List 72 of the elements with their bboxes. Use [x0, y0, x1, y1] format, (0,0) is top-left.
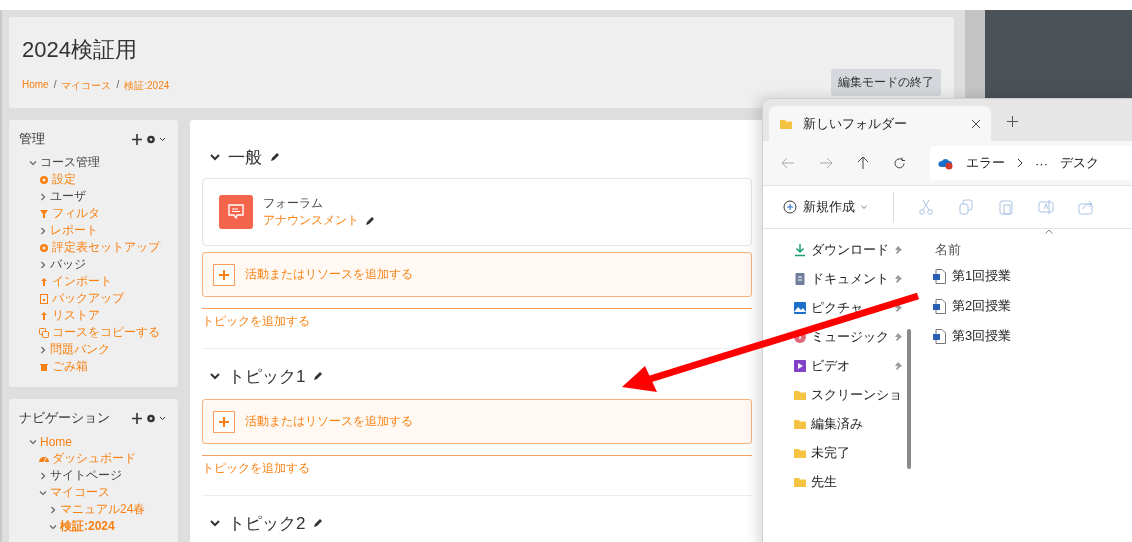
- picture-icon: [793, 300, 807, 315]
- plus-icon: [213, 263, 235, 286]
- pencil-icon[interactable]: [313, 371, 324, 381]
- new-button[interactable]: 新規作成: [781, 194, 869, 220]
- trash-icon: [39, 361, 49, 372]
- nav-pane-item[interactable]: ミュージック: [763, 322, 913, 351]
- refresh-icon[interactable]: [893, 156, 906, 170]
- pencil-icon[interactable]: [365, 215, 375, 226]
- nav-pane-item[interactable]: ダウンロード: [763, 235, 913, 264]
- chevron-icon[interactable]: [210, 519, 220, 527]
- chevron-icon[interactable]: [210, 153, 220, 161]
- gear-icon: [39, 242, 49, 253]
- edit-mode-button[interactable]: 編集モードの終了: [831, 69, 941, 96]
- file-item[interactable]: 第3回授業: [933, 321, 1132, 351]
- document-icon: [793, 271, 807, 286]
- section-title: トピック2: [228, 512, 306, 535]
- file-icon: [39, 293, 49, 304]
- path-segment[interactable]: エラー: [966, 154, 1005, 172]
- explorer-tab[interactable]: 新しいフォルダー: [769, 106, 991, 141]
- section-title: 一般: [228, 146, 262, 169]
- forum-icon: [219, 195, 253, 229]
- video-icon: [793, 358, 807, 373]
- download-icon: [793, 242, 807, 257]
- close-icon[interactable]: [971, 118, 981, 129]
- block-title: 管理: [19, 130, 45, 148]
- up-icon[interactable]: [857, 156, 869, 170]
- tree-item[interactable]: コース管理: [40, 154, 100, 171]
- copy-icon: [39, 327, 49, 338]
- upload-icon: [39, 276, 49, 287]
- plus-icon: [213, 410, 235, 433]
- address-bar[interactable]: エラー ··· デスク: [930, 146, 1132, 180]
- gear-icon: [39, 174, 49, 185]
- new-tab-icon[interactable]: [1007, 116, 1018, 127]
- nav-pane-item[interactable]: スクリーンショ: [763, 380, 913, 409]
- block-title: ナビゲーション: [19, 409, 110, 427]
- tree-item[interactable]: バッジ: [50, 256, 86, 273]
- cloud-error-icon: [938, 156, 954, 170]
- word-document-icon: [933, 328, 946, 344]
- breadcrumb-separator: /: [116, 79, 120, 92]
- nav-pane-item[interactable]: ビデオ: [763, 351, 913, 380]
- course-title: 2024検証用: [22, 36, 138, 64]
- upload-icon: [39, 310, 49, 321]
- word-document-icon: [933, 268, 946, 284]
- activity-type: フォーラム: [263, 195, 324, 212]
- back-icon[interactable]: [781, 157, 795, 169]
- pencil-icon[interactable]: [270, 152, 280, 162]
- word-document-icon: [933, 298, 946, 314]
- plus-circle-icon: [783, 200, 797, 214]
- nav-pane-item[interactable]: 先生: [763, 467, 913, 496]
- nav-pane-item[interactable]: 編集済み: [763, 409, 913, 438]
- caret-icon: [861, 205, 867, 209]
- section-title: トピック1: [228, 365, 306, 388]
- breadcrumb-separator: /: [53, 79, 57, 92]
- path-segment[interactable]: デスク: [1060, 154, 1099, 172]
- tree-item[interactable]: サイトページ: [50, 467, 122, 484]
- filter-icon: [39, 208, 49, 219]
- pencil-icon[interactable]: [313, 518, 324, 528]
- file-item[interactable]: 第2回授業: [933, 291, 1132, 321]
- nav-pane-item[interactable]: 未完了: [763, 438, 913, 467]
- tree-item[interactable]: ユーザ: [50, 188, 86, 205]
- chevron-icon[interactable]: [210, 372, 220, 380]
- path-segment[interactable]: ···: [1035, 155, 1048, 171]
- sort-caret-icon[interactable]: [1045, 229, 1053, 234]
- nav-pane-item[interactable]: ドキュメント: [763, 264, 913, 293]
- block-tools-icon[interactable]: [132, 133, 168, 145]
- file-item[interactable]: 第1回授業: [933, 261, 1132, 291]
- chevron-icon: [1017, 158, 1023, 168]
- scrollbar-thumb[interactable]: [907, 329, 911, 469]
- block-tools-icon[interactable]: [132, 412, 168, 424]
- forward-icon[interactable]: [819, 157, 833, 169]
- scrollbar[interactable]: [965, 10, 985, 98]
- column-header[interactable]: 名前: [935, 241, 1132, 261]
